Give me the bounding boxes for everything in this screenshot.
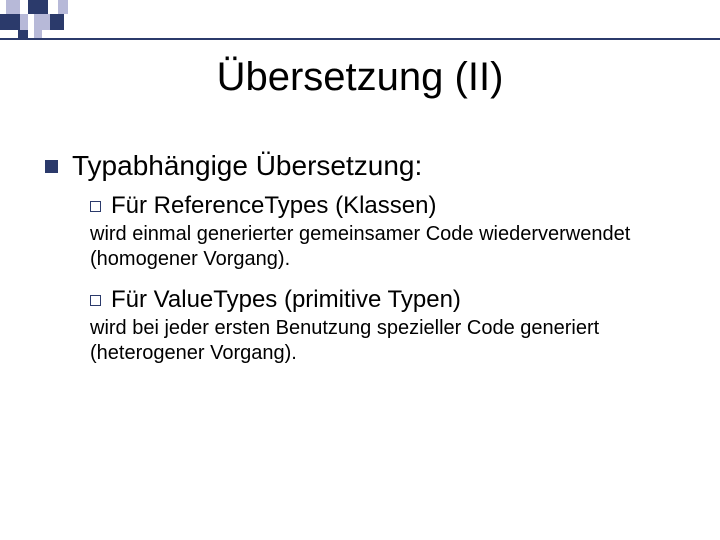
subitem-lead: Für ValueTypes (primitive Typen)	[111, 286, 461, 314]
corner-decoration	[0, 0, 120, 38]
bullet-hollow-icon	[90, 295, 101, 306]
bullet-level2-item: Für ReferenceTypes (Klassen) wird einmal…	[90, 192, 685, 272]
bullet-hollow-icon	[90, 201, 101, 212]
slide: Übersetzung (II) Typabhängige Übersetzun…	[0, 0, 720, 540]
slide-content: Typabhängige Übersetzung: Für ReferenceT…	[45, 150, 685, 380]
subitem-body: wird einmal generierter gemeinsamer Code…	[90, 222, 685, 272]
bullet-level2-item: Für ValueTypes (primitive Typen) wird be…	[90, 286, 685, 366]
header-rule	[0, 38, 720, 40]
section-heading: Typabhängige Übersetzung:	[72, 150, 422, 182]
slide-title: Übersetzung (II)	[0, 55, 720, 100]
bullet-level1: Typabhängige Übersetzung:	[45, 150, 685, 182]
subitem-lead: Für ReferenceTypes (Klassen)	[111, 192, 436, 220]
subitem-body: wird bei jeder ersten Benutzung speziell…	[90, 316, 685, 366]
bullet-filled-icon	[45, 160, 58, 173]
